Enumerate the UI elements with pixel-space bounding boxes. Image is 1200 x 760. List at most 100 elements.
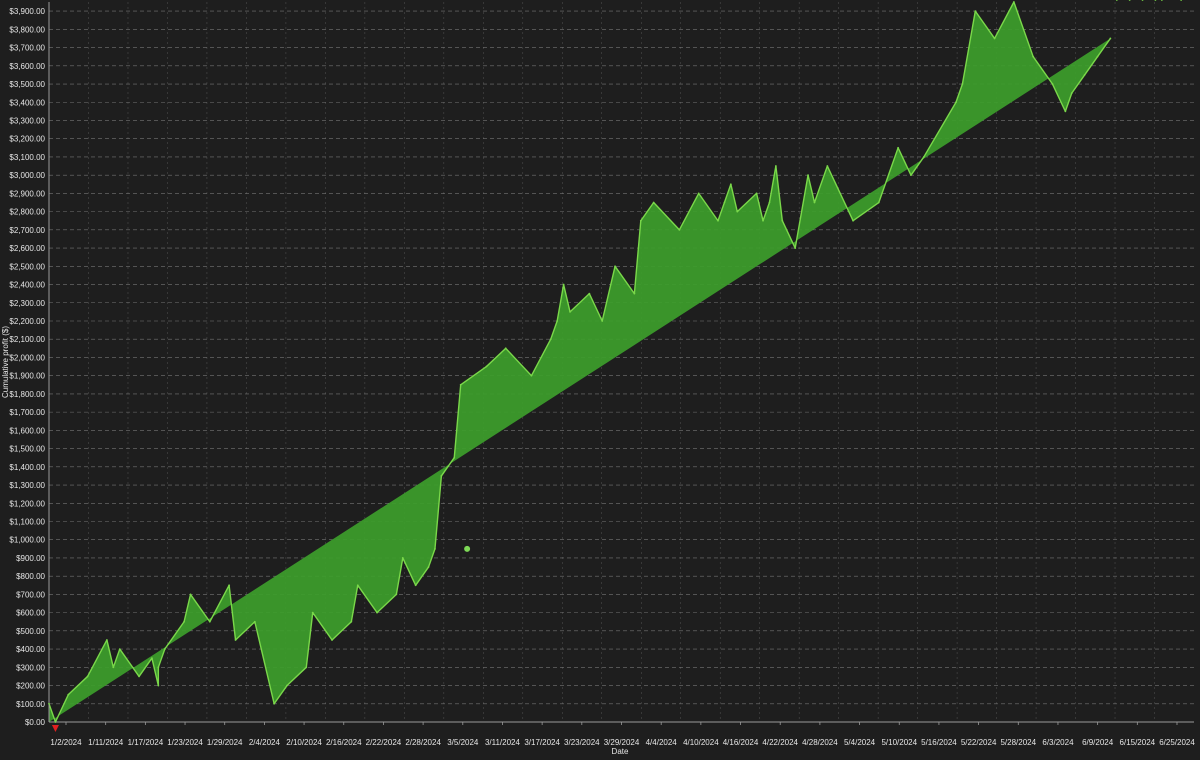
y-tick-label: $800.00 xyxy=(16,572,45,581)
data-point xyxy=(794,247,797,249)
profit-chart: $0.00 $100.00 $200.00 $300.00 $400.00 $500.00… xyxy=(0,0,1200,760)
y-tick-label: $1,000.00 xyxy=(9,536,45,545)
y-tick-label: $1,600.00 xyxy=(9,426,45,435)
x-tick-label: 3/23/2024 xyxy=(564,738,600,747)
y-tick-label: $2,300.00 xyxy=(9,299,45,308)
data-point xyxy=(781,219,784,222)
data-point xyxy=(453,456,456,459)
y-tick-label: $3,500.00 xyxy=(9,80,45,89)
data-point xyxy=(1096,55,1099,58)
x-tick-label: 4/10/2024 xyxy=(683,738,719,747)
x-tick-label: 4/22/2024 xyxy=(762,738,798,747)
data-point xyxy=(974,10,977,13)
data-point xyxy=(614,265,616,268)
data-point xyxy=(459,383,462,386)
x-tick-label: 3/5/2024 xyxy=(447,738,479,747)
data-point xyxy=(163,648,166,650)
data-point xyxy=(401,557,404,559)
y-tick-label: $1,100.00 xyxy=(9,517,45,526)
data-point xyxy=(897,146,899,149)
highlight-marker xyxy=(464,545,471,552)
y-tick-label: $600.00 xyxy=(16,609,45,618)
data-point xyxy=(485,365,488,368)
data-point xyxy=(1083,74,1086,76)
y-tick-label: $1,200.00 xyxy=(9,499,45,508)
data-point xyxy=(118,648,121,650)
data-point xyxy=(807,174,809,177)
data-point xyxy=(852,219,854,222)
data-point xyxy=(67,693,70,696)
x-tick-label: 5/16/2024 xyxy=(921,738,957,747)
y-tick-label: $3,800.00 xyxy=(9,25,45,34)
data-point xyxy=(1012,1,1015,3)
chart-background xyxy=(0,0,1200,760)
data-point xyxy=(273,702,276,705)
x-tick-label: 2/28/2024 xyxy=(405,738,441,747)
data-point xyxy=(189,593,192,596)
data-point xyxy=(723,201,726,204)
y-tick-label: $3,700.00 xyxy=(9,44,45,53)
data-point xyxy=(569,310,571,313)
x-tick-label: 1/17/2024 xyxy=(128,738,164,747)
data-point xyxy=(877,201,880,204)
data-point xyxy=(910,174,912,177)
x-tick-label: 2/4/2024 xyxy=(249,738,281,747)
data-point xyxy=(286,684,288,687)
data-point xyxy=(736,210,739,213)
data-point xyxy=(961,83,964,85)
y-tick-label: $1,800.00 xyxy=(9,390,45,399)
x-tick-label: 3/17/2024 xyxy=(524,738,560,747)
data-point xyxy=(228,584,231,587)
y-tick-label: $3,100.00 xyxy=(9,153,45,162)
data-point xyxy=(1109,37,1112,40)
data-point xyxy=(414,584,417,587)
data-point xyxy=(183,620,185,623)
data-point xyxy=(588,292,591,295)
y-tick-label: $2,000.00 xyxy=(9,353,45,362)
data-point xyxy=(768,201,771,204)
data-point xyxy=(678,228,681,231)
data-point xyxy=(717,219,719,222)
y-tick-label: $3,200.00 xyxy=(9,135,45,144)
data-point xyxy=(305,666,308,669)
x-tick-label: 6/15/2024 xyxy=(1120,738,1156,747)
data-point xyxy=(633,292,636,295)
data-point xyxy=(112,666,115,669)
data-point xyxy=(562,283,565,286)
data-point xyxy=(86,675,89,678)
y-tick-label: $1,400.00 xyxy=(9,463,45,472)
x-tick-label: 4/28/2024 xyxy=(802,738,838,747)
y-tick-label: $3,600.00 xyxy=(9,62,45,71)
x-tick-label: 6/25/2024 xyxy=(1159,738,1195,747)
x-tick-label: 5/22/2024 xyxy=(961,738,997,747)
y-tick-label: $1,900.00 xyxy=(9,372,45,381)
x-tick-label: 1/29/2024 xyxy=(207,738,243,747)
data-point xyxy=(762,219,764,222)
x-tick-label: 5/10/2024 xyxy=(881,738,917,747)
data-point xyxy=(234,639,237,641)
y-tick-label: $2,200.00 xyxy=(9,317,45,326)
y-tick-label: $900.00 xyxy=(16,554,45,563)
data-point xyxy=(105,639,108,641)
data-point xyxy=(1051,83,1054,85)
data-point xyxy=(1070,92,1073,95)
data-point xyxy=(652,201,655,204)
data-point xyxy=(1032,55,1035,58)
data-point xyxy=(601,320,604,322)
data-point xyxy=(993,37,996,40)
data-point xyxy=(729,183,732,186)
x-tick-label: 4/4/2024 xyxy=(646,738,678,747)
data-point xyxy=(350,620,353,623)
data-point xyxy=(922,156,925,158)
y-tick-label: $1,700.00 xyxy=(9,408,45,417)
x-tick-label: 3/29/2024 xyxy=(604,738,640,747)
y-tick-label: $300.00 xyxy=(16,663,45,672)
data-point xyxy=(151,657,153,660)
data-point xyxy=(697,192,700,195)
x-tick-label: 1/11/2024 xyxy=(88,738,124,747)
y-tick-label: $100.00 xyxy=(16,700,45,709)
y-tick-label: $2,400.00 xyxy=(9,281,45,290)
y-tick-label: $0.00 xyxy=(25,718,46,727)
data-point xyxy=(504,347,507,350)
y-tick-label: $3,400.00 xyxy=(9,98,45,107)
